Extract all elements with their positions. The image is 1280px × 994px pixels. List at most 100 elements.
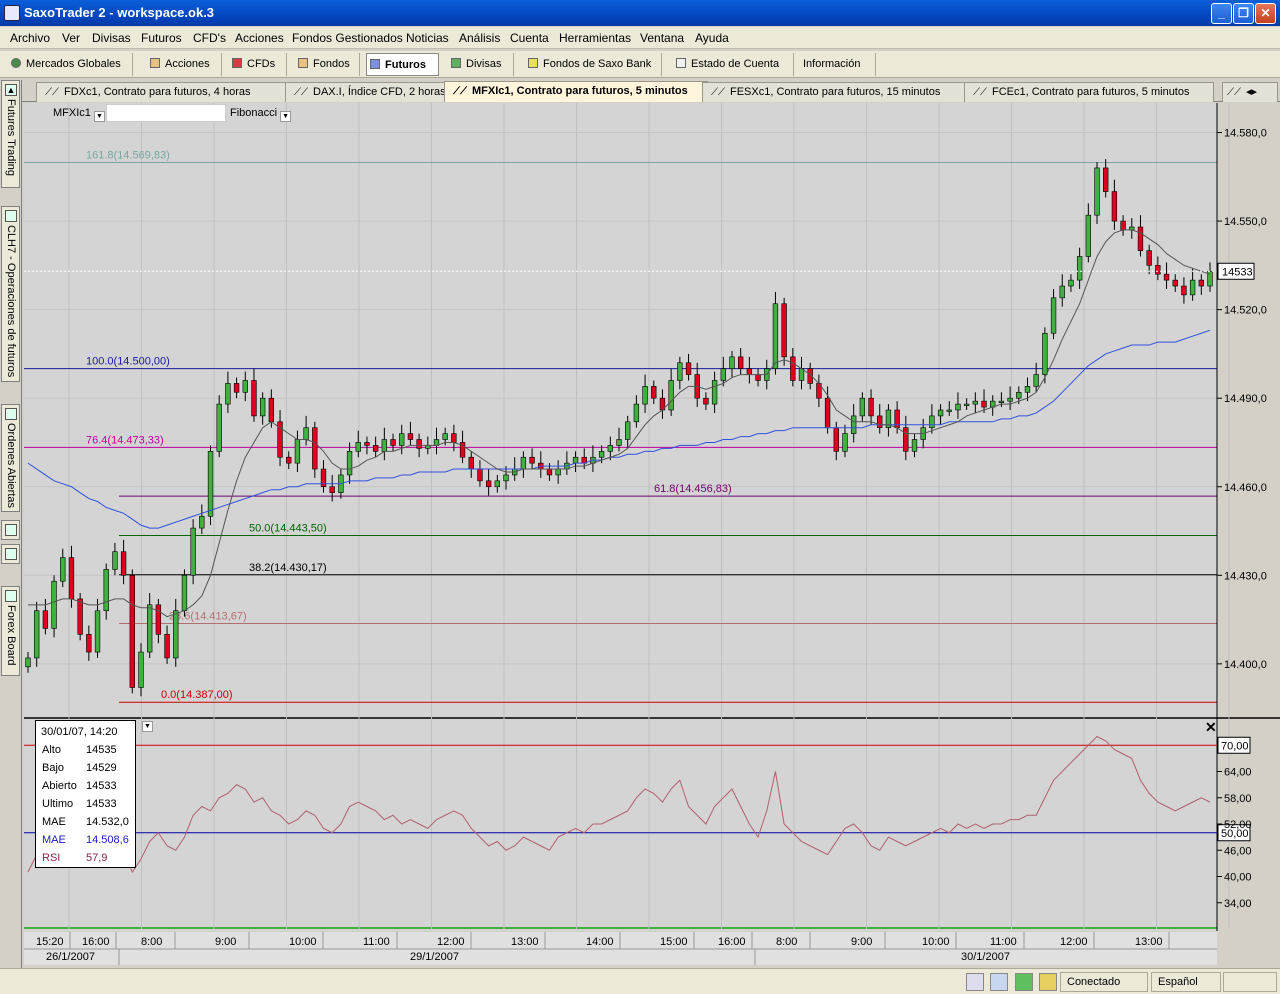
toolbar-divisas[interactable]: Divisas xyxy=(448,53,514,76)
symbol-input[interactable] xyxy=(106,104,226,122)
candle-body xyxy=(859,397,866,417)
candle-body xyxy=(1085,214,1091,257)
network-icon xyxy=(966,973,984,991)
time-tick-label: 15:00 xyxy=(660,936,688,948)
symbol-select[interactable]: MFXIc1 ▼ xyxy=(53,107,105,122)
menu-ver[interactable]: Ver xyxy=(62,31,80,45)
tab-fesxc1[interactable]: ⟋⟋ FESXc1, Contrato para futuros, 15 minu… xyxy=(702,82,970,102)
time-tick-label: 15:20 xyxy=(36,936,64,948)
price-tick-label: 14.550,0 xyxy=(1224,216,1267,228)
candle-body xyxy=(520,456,527,470)
candle-body xyxy=(468,456,474,470)
sidebar-ordenes-abiertas[interactable]: Ordenes Abiertas xyxy=(1,404,20,512)
candle-body xyxy=(451,433,457,443)
time-tick-label: 9:00 xyxy=(215,936,236,948)
last-price-box: 14533 xyxy=(1217,262,1255,280)
fib-label: 76.4(14.473,33) xyxy=(86,434,164,446)
menu-herramientas[interactable]: Herramientas xyxy=(559,31,631,45)
menu-acciones[interactable]: Acciones xyxy=(235,31,284,45)
menu-ayuda[interactable]: Ayuda xyxy=(695,31,729,45)
candle-body xyxy=(824,397,831,429)
candle-body xyxy=(1163,273,1170,281)
date-label: 29/1/2007 xyxy=(410,951,459,963)
left-sidebar: ▲ Futures Trading CLH7 - Operaciones de f… xyxy=(0,80,22,976)
candle-body xyxy=(798,368,805,381)
menu-analisis[interactable]: Análisis xyxy=(459,31,500,45)
candle-body xyxy=(399,433,405,446)
candle-body xyxy=(138,651,144,688)
candle-body xyxy=(60,557,66,582)
candle-body xyxy=(364,442,370,446)
candle-body xyxy=(286,456,292,464)
sidebar-lock[interactable] xyxy=(1,520,20,540)
menu-cuenta[interactable]: Cuenta xyxy=(510,31,549,45)
menu-cfds[interactable]: CFD's xyxy=(193,31,226,45)
tab-mfxic1[interactable]: ⟋⟋ MFXIc1, Contrato para futuros, 5 minut… xyxy=(444,81,708,102)
toolbar-cfds[interactable]: CFDs xyxy=(229,53,287,76)
candle-body xyxy=(877,415,883,429)
drawing-tool-select[interactable]: Fibonacci ▼ xyxy=(230,107,292,122)
maximize-button[interactable]: ❐ xyxy=(1233,3,1254,24)
data-row-low: Bajo 14529 xyxy=(42,762,117,774)
status-blank xyxy=(1223,972,1277,992)
chart-tab-bar: ⟋⟋ FDXc1, Contrato para futuros, 4 horas … xyxy=(22,80,1280,102)
candle-body xyxy=(34,610,40,659)
candle-body xyxy=(103,569,109,612)
time-tick-label: 12:00 xyxy=(1060,936,1088,948)
candle-body xyxy=(1076,256,1083,281)
candle-body xyxy=(607,445,613,452)
time-tick-label: 10:00 xyxy=(289,936,317,948)
menu-fondos-gestionados[interactable]: Fondos Gestionados xyxy=(292,31,403,45)
menu-ventana[interactable]: Ventana xyxy=(640,31,684,45)
candle-body xyxy=(703,397,709,405)
candle-body xyxy=(1050,297,1057,334)
rsi-tick-label: 46,00 xyxy=(1224,845,1252,857)
candle-body xyxy=(268,397,275,423)
menu-archivo[interactable]: Archivo xyxy=(10,31,50,45)
sidebar-futures-trading[interactable]: ▲ Futures Trading xyxy=(1,80,20,188)
candle-body xyxy=(625,421,631,440)
price-chart[interactable]: 161.8(14.569,83) 100.0(14.500,00) 76.4(14.… xyxy=(24,103,1280,965)
candle-body xyxy=(1059,285,1065,299)
toolbar-informacion[interactable]: Información xyxy=(800,53,876,76)
tab-fdxc1[interactable]: ⟋⟋ FDXc1, Contrato para futuros, 4 horas xyxy=(36,82,291,102)
tab-more[interactable]: ⟋⟋ ◂▸ xyxy=(1222,82,1278,102)
close-button[interactable]: ✕ xyxy=(1255,3,1276,24)
candle-body xyxy=(1007,397,1013,402)
triangle-icon: ▲ xyxy=(5,84,17,96)
candle-body xyxy=(303,427,309,440)
data-panel-menu-icon[interactable]: ▼ xyxy=(142,721,153,732)
menu-divisas[interactable]: Divisas xyxy=(92,31,131,45)
price-tick-label: 14.400,0 xyxy=(1224,659,1267,671)
menu-futuros[interactable]: Futuros xyxy=(141,31,182,45)
tab-scroll-icon: ◂▸ xyxy=(1246,86,1258,98)
lock-icon xyxy=(1039,973,1057,991)
toolbar-fondos[interactable]: Fondos xyxy=(295,53,360,76)
sidebar-eraser[interactable] xyxy=(1,544,20,564)
fib-label: 0.0(14.387,00) xyxy=(161,689,233,701)
toolbar-estado-cuenta[interactable]: Estado de Cuenta xyxy=(673,53,794,76)
candle-body xyxy=(390,439,396,446)
toolbar-acciones[interactable]: Acciones xyxy=(147,53,222,76)
candle-body xyxy=(416,439,422,449)
data-row-rsi: RSI 57,9 xyxy=(42,852,108,864)
candle-body xyxy=(1042,332,1048,375)
candle-body xyxy=(746,368,753,375)
title-bar: SaxoTrader 2 - workspace.ok.3 _ ❐ ✕ xyxy=(0,0,1280,26)
sidebar-operaciones-futuros[interactable]: CLH7 - Operaciones de futuros xyxy=(1,206,20,382)
candle-body xyxy=(329,486,335,493)
tab-dax[interactable]: ⟋⟋ DAX.I, Índice CFD, 2 horas xyxy=(285,82,450,102)
candle-body xyxy=(642,386,648,405)
menu-noticias[interactable]: Noticias xyxy=(406,31,449,45)
candle-body xyxy=(251,380,257,417)
toolbar-mercados-globales[interactable]: Mercados Globales xyxy=(8,53,133,76)
toolbar-fondos-saxo[interactable]: Fondos de Saxo Bank xyxy=(525,53,662,76)
sidebar-forex-board[interactable]: Forex Board xyxy=(1,586,20,676)
connection-icon xyxy=(1015,973,1033,991)
tab-fcec1[interactable]: ⟋⟋ FCEc1, Contrato para futuros, 5 minuto… xyxy=(964,82,1214,102)
minimize-button[interactable]: _ xyxy=(1211,3,1232,24)
saxo-funds-icon xyxy=(528,58,538,68)
close-indicator-icon[interactable]: ✕ xyxy=(1205,719,1217,735)
candle-body xyxy=(173,610,179,659)
toolbar-futuros[interactable]: Futuros xyxy=(366,53,439,76)
